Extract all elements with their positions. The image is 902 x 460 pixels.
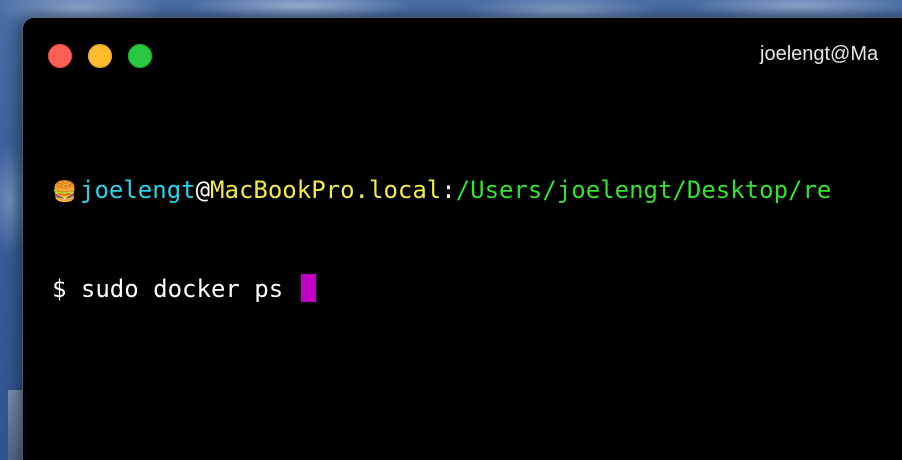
- title-bar[interactable]: joelengt@Ma: [23, 18, 902, 92]
- prompt-line: 🍔 joelengt@MacBookPro.local:/Users/joelen…: [52, 174, 831, 207]
- burger-emoji-icon: 🍔: [52, 179, 77, 203]
- prompt-host: MacBookPro.local: [210, 176, 442, 204]
- prompt-path: /Users/joelengt/Desktop/re: [455, 176, 832, 204]
- terminal-window[interactable]: joelengt@Ma 🍔 joelengt@MacBookPro.local:/…: [23, 18, 902, 460]
- command-line[interactable]: $ sudo docker ps: [52, 273, 831, 306]
- terminal-output[interactable]: 🍔 joelengt@MacBookPro.local:/Users/joelen…: [52, 108, 831, 372]
- text-cursor: [300, 274, 316, 302]
- prompt-at: @: [195, 176, 211, 204]
- zoom-button[interactable]: [128, 44, 152, 68]
- prompt-user: joelengt: [80, 176, 196, 204]
- prompt-colon: :: [441, 176, 456, 204]
- wallpaper-ship-mast: [8, 390, 22, 460]
- command-input[interactable]: $ sudo docker ps: [52, 275, 298, 303]
- minimize-button[interactable]: [88, 44, 112, 68]
- close-button[interactable]: [48, 44, 72, 68]
- window-title: joelengt@Ma: [760, 43, 879, 65]
